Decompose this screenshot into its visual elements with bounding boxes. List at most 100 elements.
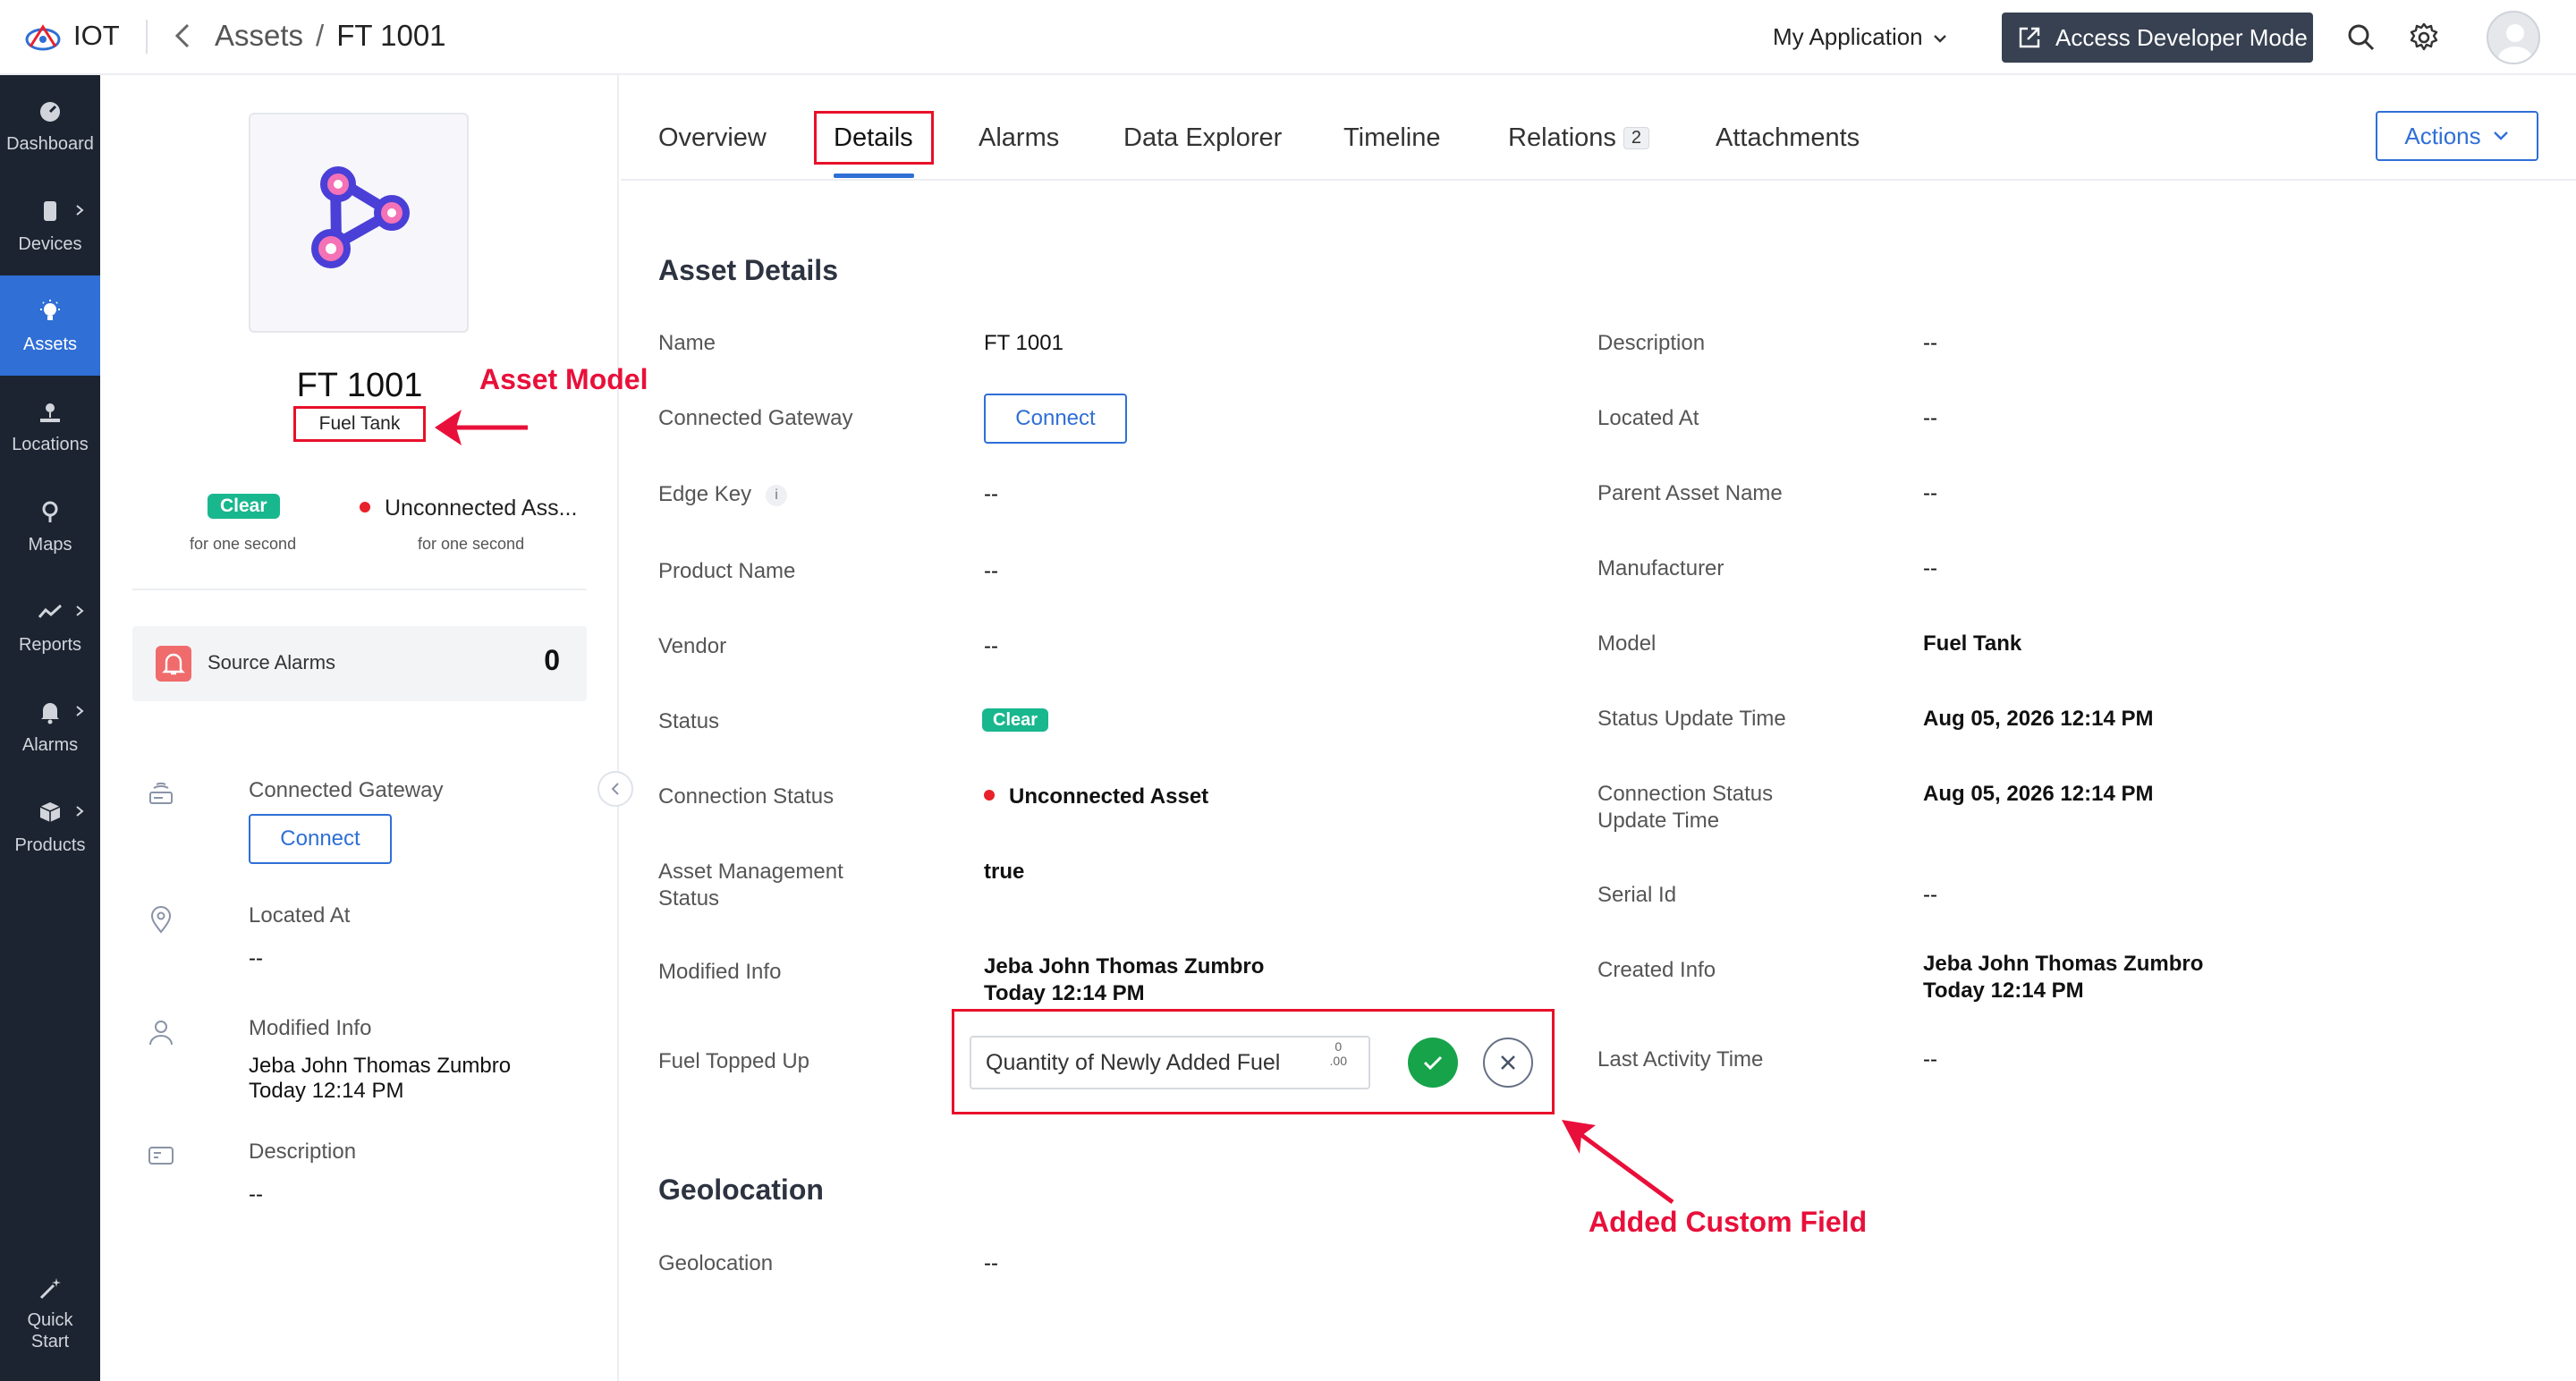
connect-button[interactable]: Connect bbox=[984, 394, 1127, 444]
description-label: Description bbox=[249, 1140, 357, 1164]
tab-relations[interactable]: Relations 2 bbox=[1508, 123, 1650, 153]
maps-icon bbox=[42, 501, 58, 522]
user-avatar-icon bbox=[2498, 24, 2532, 63]
user-avatar[interactable] bbox=[2487, 11, 2540, 64]
info-icon[interactable]: i bbox=[766, 485, 788, 506]
sidebar-item-quick-start[interactable]: Quick Start bbox=[0, 1252, 100, 1377]
sidebar-item-alarms[interactable]: Alarms bbox=[0, 676, 100, 776]
created-info-label: Created Info bbox=[1597, 958, 1716, 982]
application-selector[interactable]: My Application bbox=[1773, 23, 1948, 51]
sidebar-item-label: Locations bbox=[12, 435, 89, 454]
edge-key-label-text: Edge Key bbox=[658, 482, 752, 506]
connection-status-label: Connection Status bbox=[658, 784, 835, 809]
disconnected-dot-icon bbox=[360, 502, 370, 513]
modified-info-value: Jeba John Thomas Zumbro Today 12:14 PM bbox=[984, 953, 1264, 1007]
modified-time: Today 12:14 PM bbox=[249, 1079, 404, 1103]
cancel-button[interactable] bbox=[1483, 1038, 1533, 1088]
parent-asset-name-value: -- bbox=[1923, 481, 1937, 505]
confirm-button[interactable] bbox=[1408, 1038, 1458, 1088]
asset-management-label-line1: Asset Management bbox=[658, 860, 843, 884]
gear-icon[interactable] bbox=[2408, 21, 2440, 54]
sidebar-item-label: Reports bbox=[18, 635, 82, 655]
name-label: Name bbox=[658, 331, 716, 355]
source-alarms-card[interactable]: Source Alarms 0 bbox=[132, 626, 587, 701]
connection-duration: for one second bbox=[418, 535, 525, 553]
tab-data-explorer[interactable]: Data Explorer bbox=[1123, 123, 1282, 153]
chevron-right-icon bbox=[76, 706, 84, 716]
panel-divider bbox=[132, 589, 587, 590]
connect-gateway-button[interactable]: Connect bbox=[249, 814, 392, 864]
vendor-label: Vendor bbox=[658, 634, 727, 658]
connection-status: Unconnected Ass... bbox=[360, 496, 577, 521]
tab-attachments[interactable]: Attachments bbox=[1716, 123, 1860, 153]
actions-button[interactable]: Actions bbox=[2376, 111, 2538, 161]
sidebar-item-devices[interactable]: Devices bbox=[0, 175, 100, 275]
connection-status-value: Unconnected Asset bbox=[984, 784, 1208, 810]
assets-icon bbox=[40, 300, 60, 320]
description-label: Description bbox=[1597, 331, 1706, 355]
header-divider bbox=[146, 20, 148, 54]
asset-management-status-label: Asset Management Status bbox=[658, 859, 843, 912]
created-info-value: Jeba John Thomas Zumbro Today 12:14 PM bbox=[1923, 951, 2203, 1004]
asset-status-row: Clear for one second Unconnected Ass... … bbox=[100, 494, 619, 565]
quick-start-label-line1: Quick bbox=[27, 1310, 73, 1330]
sidebar-item-dashboard[interactable]: Dashboard bbox=[0, 75, 100, 175]
parent-asset-name-label: Parent Asset Name bbox=[1597, 481, 1783, 505]
located-at-label: Located At bbox=[249, 903, 351, 928]
location-pin-icon bbox=[150, 906, 172, 934]
added-custom-field-annotation: Added Custom Field bbox=[1589, 1206, 1868, 1238]
description-icon bbox=[148, 1147, 174, 1165]
name-value: FT 1001 bbox=[984, 331, 1063, 355]
connection-status-text: Unconnected Ass... bbox=[385, 496, 578, 521]
source-alarms-label: Source Alarms bbox=[208, 651, 336, 674]
status-badge: Clear bbox=[982, 708, 1049, 732]
close-icon bbox=[1501, 1055, 1515, 1070]
chevron-right-icon bbox=[76, 806, 84, 817]
products-icon bbox=[39, 802, 61, 822]
breadcrumb: Assets / FT 1001 bbox=[215, 19, 446, 53]
connected-gateway-label: Connected Gateway bbox=[658, 406, 853, 430]
description-value: -- bbox=[249, 1182, 263, 1207]
search-icon[interactable] bbox=[2345, 21, 2377, 54]
decimal-format-icon: 0.00 bbox=[1330, 1039, 1347, 1068]
sidebar-item-reports[interactable]: Reports bbox=[0, 576, 100, 676]
last-activity-time-label: Last Activity Time bbox=[1597, 1047, 1764, 1072]
decimal-format-top: 0 bbox=[1335, 1039, 1343, 1054]
created-info-time: Today 12:14 PM bbox=[1923, 979, 2084, 1003]
back-chevron-icon[interactable] bbox=[172, 18, 193, 54]
chevron-right-icon bbox=[76, 606, 84, 616]
decimal-format-bottom: .00 bbox=[1329, 1054, 1347, 1068]
modified-by: Jeba John Thomas Zumbro bbox=[249, 1054, 512, 1078]
reports-icon bbox=[38, 604, 63, 618]
status-badge: Clear bbox=[208, 494, 280, 519]
located-at-value: -- bbox=[249, 946, 263, 970]
sidebar-item-label: Alarms bbox=[21, 735, 79, 755]
tab-overview[interactable]: Overview bbox=[658, 123, 767, 153]
user-icon bbox=[149, 1021, 173, 1046]
annotation-arrow-left-icon bbox=[435, 410, 528, 445]
actions-button-label: Actions bbox=[2404, 122, 2481, 149]
sidebar-item-products[interactable]: Products bbox=[0, 776, 100, 877]
product-name-value: -- bbox=[984, 559, 998, 583]
breadcrumb-assets-link[interactable]: Assets bbox=[215, 19, 303, 52]
gateway-icon bbox=[149, 782, 173, 804]
sidebar-item-locations[interactable]: Locations bbox=[0, 376, 100, 476]
fuel-quantity-input[interactable]: Quantity of Newly Added Fuel 0.00 bbox=[970, 1036, 1370, 1089]
application-selector-label: My Application bbox=[1773, 23, 1923, 50]
tab-timeline[interactable]: Timeline bbox=[1343, 123, 1441, 153]
asset-model-label: Fuel Tank bbox=[293, 406, 426, 442]
fuel-topped-up-label: Fuel Topped Up bbox=[658, 1049, 810, 1073]
modified-info-user: Jeba John Thomas Zumbro bbox=[984, 954, 1265, 979]
collapse-panel-button[interactable] bbox=[597, 771, 633, 807]
top-bar: IOT Assets / FT 1001 My Application Access… bbox=[0, 0, 2576, 75]
locations-icon bbox=[40, 403, 60, 422]
sidebar-item-assets[interactable]: Assets bbox=[0, 275, 100, 376]
details-tab-highlight bbox=[814, 111, 934, 165]
sidebar-item-maps[interactable]: Maps bbox=[0, 476, 100, 576]
connected-gateway-label: Connected Gateway bbox=[249, 778, 444, 802]
access-developer-mode-button[interactable]: Access Developer Mode bbox=[2002, 13, 2313, 63]
located-at-value: -- bbox=[1923, 406, 1937, 430]
annotation-arrow-up-left-icon bbox=[1562, 1120, 1674, 1205]
tab-alarms[interactable]: Alarms bbox=[979, 123, 1059, 153]
last-activity-time-value: -- bbox=[1923, 1047, 1937, 1072]
